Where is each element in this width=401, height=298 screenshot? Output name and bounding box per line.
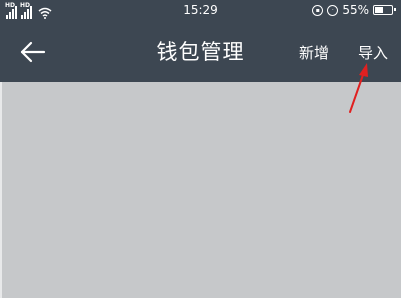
lock-rotation-icon: ▪ [312, 4, 324, 16]
battery-icon [373, 5, 396, 15]
annotation-arrow-icon [349, 63, 368, 113]
new-button[interactable]: 新增 [299, 42, 329, 63]
phone-screen: HD HD 15:29 ▪ · 55% 钱包管理 新增 导入 [0, 0, 401, 298]
battery-fill [375, 7, 383, 13]
status-bar: HD HD 15:29 ▪ · 55% [0, 0, 401, 22]
alarm-icon: · [327, 4, 339, 16]
status-right-group: ▪ · 55% [312, 3, 396, 17]
battery-percent: 55% [342, 3, 369, 17]
content-left-edge [0, 82, 2, 298]
